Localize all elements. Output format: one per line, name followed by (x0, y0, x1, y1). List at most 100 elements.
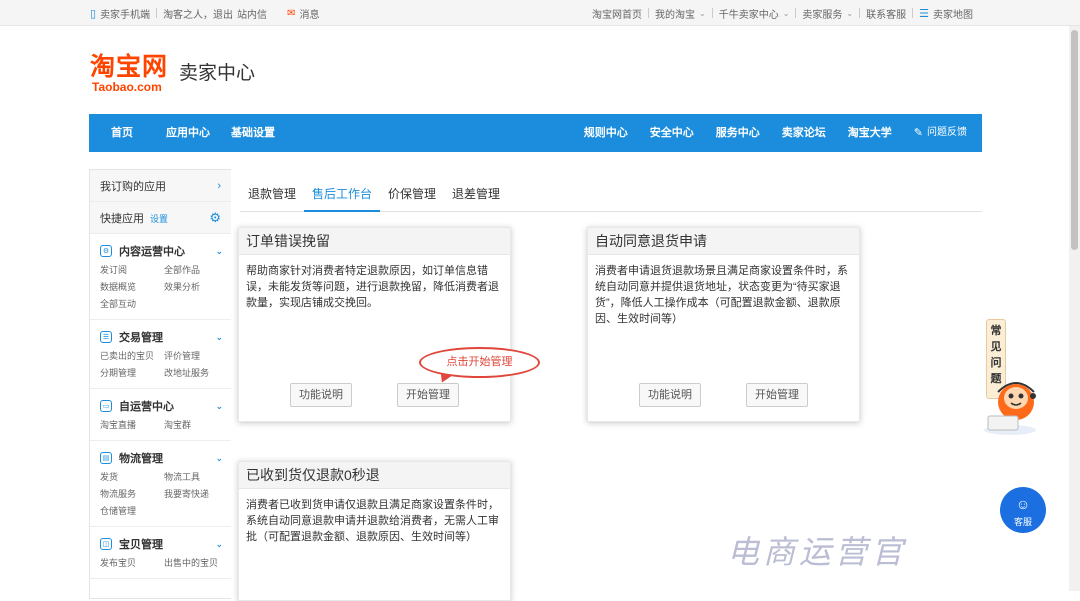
start-manage-button[interactable]: 开始管理 (746, 383, 808, 407)
my-taobao-menu[interactable]: 我的淘宝 ⌄ (655, 6, 706, 21)
sidebar-link[interactable]: 已卖出的宝贝 (100, 348, 164, 365)
tab-price-protection[interactable]: 价保管理 (380, 176, 444, 212)
nav-app-center[interactable]: 应用中心 (166, 114, 210, 152)
chevron-right-icon: › (217, 179, 221, 192)
contact-link[interactable]: 联系客服 (866, 6, 906, 21)
qianniu-menu[interactable]: 千牛卖家中心 ⌄ (719, 6, 790, 21)
scroll-thumb[interactable] (1071, 30, 1078, 250)
card-desc: 消费者申请退货退款场景且满足商家设置条件时，系统自动同意并提供退货地址，状态变更… (595, 265, 848, 325)
sidebar-section-header[interactable]: ▤ 物流管理 ⌄ (100, 449, 223, 467)
sidebar-section-header[interactable]: ☰ 交易管理 ⌄ (100, 328, 223, 346)
gear-icon[interactable]: ⚙ (209, 210, 221, 226)
taobao-home-link[interactable]: 淘宝网首页 (592, 6, 642, 21)
tab-price-difference[interactable]: 退差管理 (444, 176, 508, 212)
chevron-down-icon: ⌄ (215, 452, 223, 463)
sidebar-link[interactable]: 全部作品 (164, 262, 228, 279)
section-icon: ▭ (100, 400, 112, 412)
card-order-error-retention: 订单错误挽留 帮助商家针对消费者特定退款原因，如订单信息错误，未能发货等问题，进… (238, 227, 511, 422)
sidebar-section: ◫ 宝贝管理 ⌄ 发布宝贝 出售中的宝贝 (90, 527, 231, 579)
mail-icon: ✉ (287, 7, 296, 19)
sidebar-link[interactable]: 淘宝直播 (100, 417, 164, 434)
tab-aftersales-workbench[interactable]: 售后工作台 (304, 176, 381, 212)
function-info-button[interactable]: 功能说明 (639, 383, 701, 407)
quick-apps-setting[interactable]: 设置 (150, 214, 168, 224)
chevron-down-icon: ⌄ (215, 245, 223, 256)
sidebar-link[interactable]: 仓储管理 (100, 503, 164, 520)
watermark: 电商运营官 (727, 533, 908, 571)
sidebar-link[interactable]: 发货 (100, 469, 164, 486)
chevron-down-icon: ⌄ (846, 8, 854, 18)
section-icon: ▤ (100, 452, 112, 464)
nav-rules-center[interactable]: 规则中心 (584, 114, 628, 152)
messages-label: 消息 (299, 9, 320, 21)
sidebar-link[interactable]: 改地址服务 (164, 365, 228, 382)
sidebar-link[interactable]: 评价管理 (164, 348, 228, 365)
section-icon: ⚙ (100, 245, 112, 257)
sidebar-link[interactable]: 物流服务 (100, 486, 164, 503)
start-manage-button[interactable]: 开始管理 (397, 383, 459, 407)
mobile-label: 卖家手机端 (100, 9, 151, 21)
sidebar-link[interactable]: 淘宝群 (164, 417, 228, 434)
sidebar: 我订购的应用 › 快捷应用 设置 ⚙ ⚙ 内容运营中心 ⌄ 发订阅 全部作品 数据概览 效果分… (89, 169, 231, 599)
sidebar-link[interactable]: 发布宝贝 (100, 555, 164, 572)
sidebar-section: ⚙ 内容运营中心 ⌄ 发订阅 全部作品 数据概览 效果分析 全部互动 (90, 234, 231, 320)
mascot-icon[interactable] (980, 372, 1040, 438)
my-apps-row[interactable]: 我订购的应用 › (90, 170, 231, 202)
card-desc: 帮助商家针对消费者特定退款原因，如订单信息错误，未能发货等问题，进行退款挽留，降… (246, 265, 499, 309)
function-info-button[interactable]: 功能说明 (290, 383, 352, 407)
nav-seller-forum[interactable]: 卖家论坛 (782, 114, 826, 152)
nav-security-center[interactable]: 安全中心 (650, 114, 694, 152)
mobile-link[interactable]: ▯ 卖家手机端 (90, 6, 150, 21)
sitemap-link[interactable]: ☰ 卖家地图 (919, 6, 973, 21)
chevron-down-icon: ⌄ (699, 8, 706, 18)
page-scrollbar[interactable] (1069, 26, 1080, 591)
tab-refund-management[interactable]: 退款管理 (240, 176, 304, 212)
sidebar-link[interactable]: 数据概览 (100, 279, 164, 296)
inbox-link[interactable]: 站内信 (237, 6, 267, 21)
sidebar-link[interactable]: 物流工具 (164, 469, 228, 486)
user-logout[interactable]: 淘客之人，退出 (163, 6, 233, 21)
sidebar-section-header[interactable]: ▭ 自运营中心 ⌄ (100, 397, 223, 415)
sitemap-label: 卖家地图 (933, 9, 973, 21)
my-apps-label: 我订购的应用 (100, 180, 166, 193)
customer-service-button[interactable]: ☺ 客服 (1000, 487, 1046, 533)
sidebar-link[interactable]: 发订阅 (100, 262, 164, 279)
seller-service-menu[interactable]: 卖家服务 ⌄ (802, 6, 853, 21)
sidebar-link[interactable]: 全部互动 (100, 296, 164, 313)
sidebar-section-title: 宝贝管理 (119, 539, 163, 551)
sidebar-link[interactable]: 效果分析 (164, 279, 228, 296)
page-title: 卖家中心 (179, 63, 256, 84)
qianniu-label: 千牛卖家中心 (718, 9, 779, 21)
my-taobao-label: 我的淘宝 (655, 9, 696, 21)
main-nav: 首页 应用中心 基础设置 规则中心 安全中心 服务中心 卖家论坛 淘宝大学 ✎ … (89, 114, 982, 152)
sidebar-section: ▭ 自运营中心 ⌄ 淘宝直播 淘宝群 (90, 389, 231, 441)
sidebar-section-title: 交易管理 (119, 332, 163, 344)
taobao-logo[interactable]: 淘宝网 (90, 54, 168, 82)
nav-basic-settings[interactable]: 基础设置 (231, 114, 275, 152)
phone-icon: ▯ (90, 7, 97, 20)
sidebar-section-title: 物流管理 (119, 453, 163, 465)
messages-link[interactable]: ✉ 消息 (287, 6, 319, 21)
annotation-text: 点击开始管理 (446, 356, 513, 368)
nav-home[interactable]: 首页 (111, 114, 133, 152)
sidebar-link[interactable]: 出售中的宝贝 (164, 555, 228, 572)
nav-taobao-university[interactable]: 淘宝大学 (848, 114, 892, 152)
seller-service-label: 卖家服务 (802, 9, 843, 21)
card-title: 自动同意退货申请 (588, 228, 859, 255)
sidebar-section-header[interactable]: ⚙ 内容运营中心 ⌄ (100, 242, 223, 260)
list-icon: ☰ (919, 7, 929, 20)
sidebar-link[interactable]: 我要寄快递 (164, 486, 228, 503)
sidebar-link[interactable]: 分期管理 (100, 365, 164, 382)
card-received-refund-0s: 已收到货仅退款0秒退 消费者已收到货申请仅退款且满足商家设置条件时，系统自动同意… (238, 461, 511, 601)
card-desc: 消费者已收到货申请仅退款且满足商家设置条件时，系统自动同意退款申请并退款给消费者… (246, 499, 499, 543)
feedback-link[interactable]: ✎ 问题反馈 (914, 114, 967, 152)
taobao-logo-sub: Taobao.com (92, 80, 162, 94)
edit-icon: ✎ (913, 127, 923, 139)
sidebar-section: ▤ 物流管理 ⌄ 发货 物流工具 物流服务 我要寄快递 仓储管理 (90, 441, 231, 527)
chat-label: 客服 (1013, 517, 1032, 527)
sidebar-section-header[interactable]: ◫ 宝贝管理 ⌄ (100, 535, 223, 553)
sidebar-section-title: 自运营中心 (119, 401, 174, 413)
logo-area: 淘宝网 Taobao.com 卖家中心 (90, 52, 390, 100)
feedback-label: 问题反馈 (927, 127, 967, 138)
nav-service-center[interactable]: 服务中心 (716, 114, 760, 152)
